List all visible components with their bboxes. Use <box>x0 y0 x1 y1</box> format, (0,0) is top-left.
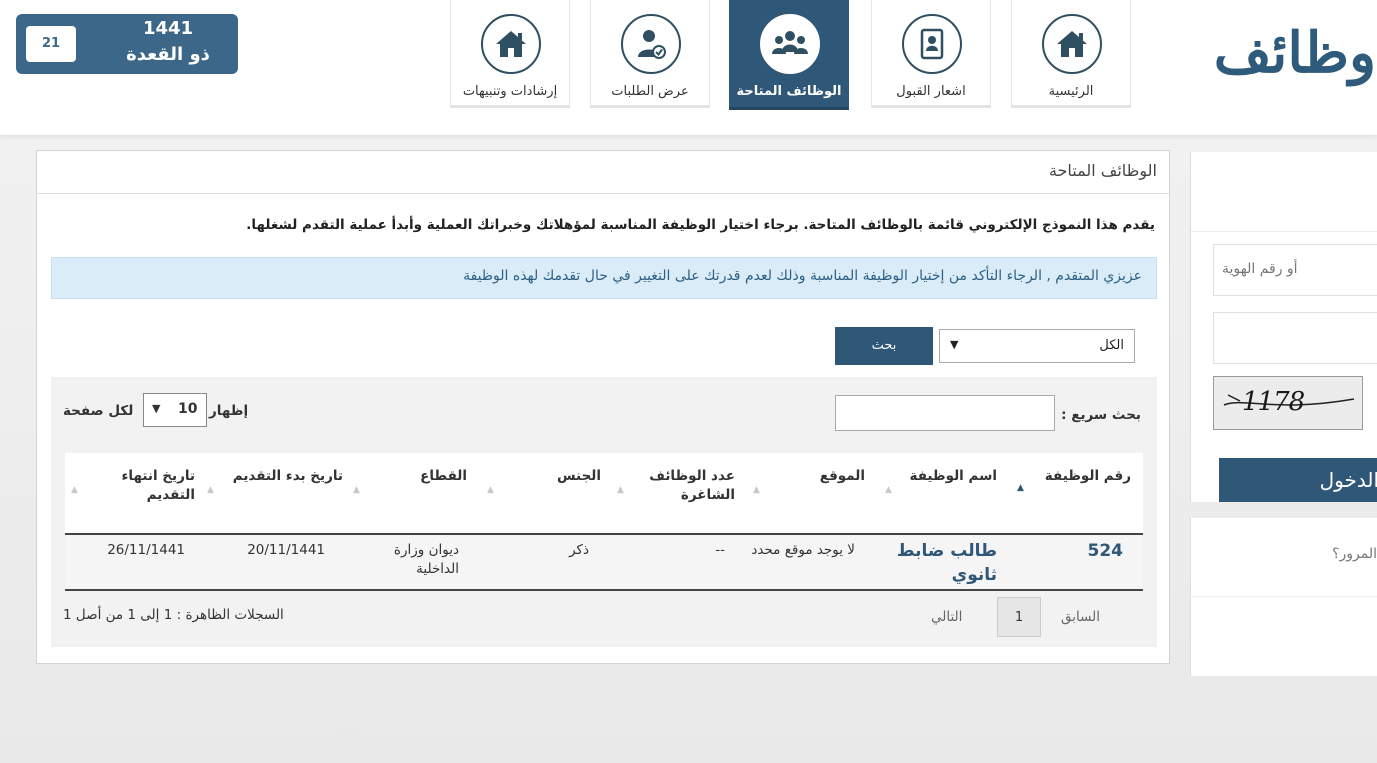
cell-job-number[interactable]: 524 <box>1063 539 1124 563</box>
sort-asc-icon[interactable]: ▲ <box>1017 483 1024 493</box>
pager-previous[interactable]: السابق <box>1061 609 1100 625</box>
document-user-icon <box>902 14 962 74</box>
nav-acceptance-label: اشعار القبول <box>896 84 966 99</box>
nav-requests-label: عرض الطلبات <box>611 84 689 99</box>
sort-icon[interactable]: ▲ <box>487 485 494 495</box>
nav-available-jobs-label: الوظائف المتاحة <box>736 84 842 99</box>
th-sector[interactable]: القطاع <box>387 467 467 486</box>
forgot-password-link[interactable]: المرور؟ <box>1332 546 1377 562</box>
pager-page-1[interactable]: 1 <box>997 597 1041 637</box>
sort-icon[interactable]: ▲ <box>71 485 78 495</box>
nav-available-jobs[interactable]: الوظائف المتاحة <box>729 0 849 110</box>
nav-guidance[interactable]: إرشادات وتنبيهات <box>450 0 570 108</box>
sort-icon[interactable]: ▲ <box>617 485 624 495</box>
sort-icon[interactable]: ▲ <box>753 485 760 495</box>
login-panel-header <box>1191 152 1377 232</box>
hijri-date-badge: 21 1441 ذو القعدة <box>16 14 238 74</box>
records-info: السجلات الظاهرة : 1 إلى 1 من أصل 1 <box>63 607 284 623</box>
nav-requests[interactable]: عرض الطلبات <box>590 0 710 108</box>
user-check-icon <box>621 14 681 74</box>
home-icon <box>481 14 541 74</box>
chevron-down-icon: ▼ <box>950 338 959 351</box>
chevron-down-icon: ▼ <box>152 402 161 415</box>
nav-guidance-label: إرشادات وتنبيهات <box>462 84 558 99</box>
date-day: 21 <box>26 26 76 62</box>
cell-end-date: 26/11/1441 <box>107 542 185 558</box>
sector-filter-select[interactable]: الكل ▼ <box>939 329 1135 363</box>
cell-job-name[interactable]: طالب ضابط ثانوي <box>887 539 997 587</box>
quick-search-input[interactable] <box>835 395 1055 431</box>
cell-vacancies: -- <box>715 542 725 558</box>
nav-acceptance-notice[interactable]: اشعار القبول <box>871 0 991 108</box>
sort-icon[interactable]: ▲ <box>207 485 214 495</box>
nav-home-label: الرئيسية <box>1048 84 1094 99</box>
site-logo[interactable]: وظائف <box>1214 8 1377 108</box>
cell-location: لا يوجد موقع محدد <box>751 542 855 558</box>
show-label: إظهار <box>209 403 249 419</box>
th-job-name[interactable]: اسم الوظيفة <box>897 467 997 486</box>
th-job-number[interactable]: رقم الوظيفة <box>1041 467 1131 486</box>
per-page-label: لكل صفحة <box>63 403 134 419</box>
quick-search-label: بحث سريع : <box>1061 407 1141 423</box>
page-length-value: 10 <box>178 401 198 417</box>
pager-next[interactable]: التالي <box>931 609 962 625</box>
login-panel: أو رقم الهوية 1178 الدخول <box>1190 152 1377 502</box>
sort-icon[interactable]: ▲︎ <box>885 485 892 495</box>
date-year: 1441 <box>142 18 194 39</box>
th-end-date[interactable]: تاريخ انتهاء التقديم <box>105 467 196 505</box>
top-header: 21 1441 ذو القعدة إرشادات وتنبيهات عرض ا… <box>0 0 1377 135</box>
table-header: رقم الوظيفة ▲ اسم الوظيفة ▲︎ الموقع ▲ عد… <box>65 453 1143 535</box>
cell-start-date: 20/11/1441 <box>247 542 325 558</box>
th-vacancies[interactable]: عدد الوظائف الشاغرة <box>635 467 735 505</box>
login-button[interactable]: الدخول <box>1219 458 1377 502</box>
info-alert: عزيزي المتقدم , الرجاء التأكد من إختيار … <box>51 257 1157 299</box>
login-help-panel: المرور؟ <box>1190 518 1377 676</box>
password-input[interactable] <box>1213 312 1377 364</box>
captcha-image: 1178 <box>1213 376 1363 430</box>
nav-home[interactable]: الرئيسية <box>1011 0 1131 108</box>
home-icon <box>1042 14 1102 74</box>
table-row: 524 طالب ضابط ثانوي لا يوجد موقع محدد --… <box>65 535 1143 591</box>
id-number-input[interactable]: أو رقم الهوية <box>1213 244 1377 296</box>
date-month: ذو القعدة <box>126 44 210 65</box>
th-location[interactable]: الموقع <box>785 467 865 486</box>
sort-icon[interactable]: ▲ <box>353 485 360 495</box>
panel-title: الوظائف المتاحة <box>37 151 1169 194</box>
available-jobs-panel: الوظائف المتاحة يقدم هذا النموذج الإلكتر… <box>36 150 1170 664</box>
filter-value: الكل <box>1099 338 1124 353</box>
group-icon <box>760 14 820 74</box>
jobs-table-wrapper: بحث سريع : إظهار 10 ▼ لكل صفحة رقم الوظي… <box>51 377 1157 647</box>
cell-sector: ديوان وزارة الداخلية <box>393 542 459 577</box>
captcha-text: 1178 <box>1242 387 1305 417</box>
th-start-date[interactable]: تاريخ بدء التقديم <box>203 467 343 486</box>
divider <box>1191 596 1377 597</box>
th-gender[interactable]: الجنس <box>541 467 601 486</box>
search-button[interactable]: بحث <box>835 327 933 365</box>
cell-gender: ذكر <box>569 542 589 558</box>
page-length-select[interactable]: 10 ▼ <box>143 393 207 427</box>
intro-text: يقدم هذا النموذج الإلكتروني قائمة بالوظا… <box>246 217 1155 233</box>
